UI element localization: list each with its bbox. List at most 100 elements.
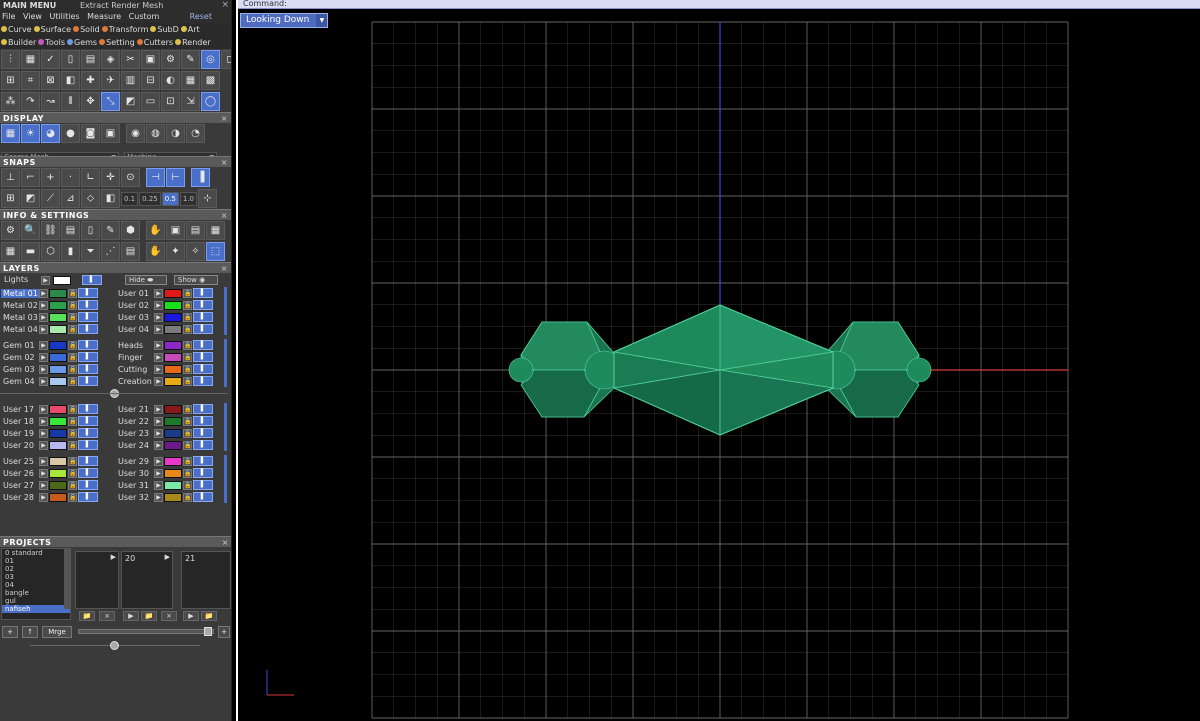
- layer-color-swatch[interactable]: [164, 364, 182, 374]
- play-icon[interactable]: ▶: [39, 456, 48, 466]
- lock-icon[interactable]: 🔒: [68, 288, 77, 298]
- layer-color-swatch[interactable]: [49, 492, 67, 502]
- projects-section-header[interactable]: PROJECTS ×: [0, 536, 231, 547]
- stack-icon[interactable]: ▤: [61, 221, 80, 240]
- scale-icon[interactable]: ⤡: [101, 92, 120, 111]
- play-icon[interactable]: ▶: [39, 404, 48, 414]
- layer-name[interactable]: User 32: [116, 493, 154, 502]
- project-slot-20[interactable]: 20 ▶: [121, 551, 173, 609]
- display-section-header[interactable]: DISPLAY ×: [0, 112, 231, 123]
- visibility-toggle[interactable]: ▌: [193, 456, 213, 466]
- play-icon[interactable]: ▶: [39, 416, 48, 426]
- snap-value-0.5[interactable]: 0.5: [161, 191, 179, 206]
- gear-icon[interactable]: ⚙: [1, 221, 20, 240]
- lock-icon[interactable]: 🔒: [68, 324, 77, 334]
- circle-icon[interactable]: ◯: [201, 92, 220, 111]
- layer-name[interactable]: Cutting: [116, 365, 154, 374]
- play-icon[interactable]: ▶: [39, 340, 48, 350]
- play-icon[interactable]: ▶: [154, 324, 163, 334]
- layer-color-swatch[interactable]: [49, 468, 67, 478]
- cube-icon[interactable]: ⬢: [121, 221, 140, 240]
- diagonal-icon[interactable]: ⟋: [41, 189, 60, 208]
- layer-name[interactable]: Heads: [116, 341, 154, 350]
- add-slot-button[interactable]: +: [218, 626, 230, 638]
- menu-custom[interactable]: Custom: [129, 12, 160, 21]
- list-icon[interactable]: ▤: [121, 242, 140, 261]
- layer-color-swatch[interactable]: [164, 288, 182, 298]
- lock-icon[interactable]: 🔒: [183, 324, 192, 334]
- layer-row[interactable]: User 02 ▶ 🔒 ▌: [116, 299, 228, 311]
- lock-icon[interactable]: 🔒: [68, 480, 77, 490]
- lock-icon[interactable]: 🔒: [183, 492, 192, 502]
- project-list-item[interactable]: nafiseh: [2, 605, 70, 613]
- layer-color-swatch[interactable]: [164, 352, 182, 362]
- play-icon[interactable]: ▶: [154, 428, 163, 438]
- lock-icon[interactable]: 🔒: [183, 456, 192, 466]
- spark-icon[interactable]: ✦: [166, 242, 185, 261]
- close-icon[interactable]: ×: [221, 0, 229, 11]
- play-icon[interactable]: ▶: [154, 352, 163, 362]
- layer-row[interactable]: User 21 ▶ 🔒 ▌: [116, 403, 228, 415]
- visibility-toggle[interactable]: ▌: [78, 456, 98, 466]
- layer-color-swatch[interactable]: [49, 352, 67, 362]
- play-icon[interactable]: ▶: [154, 492, 163, 502]
- visibility-toggle[interactable]: ▌: [193, 440, 213, 450]
- lights-color-swatch[interactable]: [53, 276, 71, 285]
- layer-name[interactable]: Creation: [116, 377, 154, 386]
- split-snap-icon[interactable]: ◧: [101, 189, 120, 208]
- ring-model[interactable]: [508, 304, 932, 436]
- lock-icon[interactable]: 🔒: [183, 440, 192, 450]
- point-snap-icon[interactable]: +: [41, 168, 60, 187]
- check-icon[interactable]: ✓: [41, 50, 60, 69]
- pen-icon[interactable]: ✎: [181, 50, 200, 69]
- up-arrow-button[interactable]: ↑: [22, 626, 38, 638]
- layer-name[interactable]: User 22: [116, 417, 154, 426]
- hide-button[interactable]: Hide ⬬: [125, 275, 167, 285]
- view-dropdown[interactable]: Looking Down ▼: [240, 13, 329, 28]
- play-icon[interactable]: ▶: [154, 376, 163, 386]
- table-icon[interactable]: ▦: [1, 242, 20, 261]
- tab-cutters[interactable]: Cutters: [136, 36, 173, 49]
- layer-color-swatch[interactable]: [164, 428, 182, 438]
- play-icon[interactable]: ▶: [39, 468, 48, 478]
- layer-row[interactable]: User 32 ▶ 🔒 ▌: [116, 491, 228, 503]
- play-icon[interactable]: ▶: [39, 440, 48, 450]
- grab-icon[interactable]: ✋: [146, 242, 165, 261]
- layer-row[interactable]: User 27 ▶ 🔒 ▌: [1, 479, 113, 491]
- visibility-toggle[interactable]: ▌: [78, 352, 98, 362]
- table-icon[interactable]: ▥: [121, 71, 140, 90]
- layer-name[interactable]: Metal 03: [1, 313, 39, 322]
- panel-icon[interactable]: ▤: [186, 221, 205, 240]
- play-icon[interactable]: ▶: [39, 364, 48, 374]
- lock-icon[interactable]: 🔒: [68, 404, 77, 414]
- layer-row[interactable]: User 01 ▶ 🔒 ▌: [116, 287, 228, 299]
- layer-color-swatch[interactable]: [164, 480, 182, 490]
- command-line[interactable]: Command:: [238, 0, 1200, 9]
- project-list-item[interactable]: 02: [5, 565, 70, 573]
- bar-icon[interactable]: ▬: [21, 242, 40, 261]
- layer-name[interactable]: User 31: [116, 481, 154, 490]
- play-icon[interactable]: ▶: [41, 276, 50, 285]
- circle-snap-icon[interactable]: ⊙: [121, 168, 140, 187]
- layer-name[interactable]: User 24: [116, 441, 154, 450]
- tab-gems[interactable]: Gems: [67, 36, 97, 49]
- visibility-toggle[interactable]: ▌: [78, 428, 98, 438]
- visibility-toggle[interactable]: ▌: [78, 312, 98, 322]
- layer-row[interactable]: User 30 ▶ 🔒 ▌: [116, 467, 228, 479]
- layer-color-swatch[interactable]: [49, 340, 67, 350]
- play-icon[interactable]: ▶: [154, 480, 163, 490]
- render-sphere-icon[interactable]: ●: [61, 124, 80, 143]
- viewport[interactable]: Command: Looking Down ▼: [236, 0, 1200, 721]
- move-cross-icon[interactable]: ✥: [81, 92, 100, 111]
- star-icon[interactable]: ✧: [186, 242, 205, 261]
- tab-art[interactable]: Art: [180, 23, 200, 36]
- end-snap-icon[interactable]: ∟: [81, 168, 100, 187]
- lock-icon[interactable]: 🔒: [68, 456, 77, 466]
- layer-row[interactable]: Metal 01 ▶ 🔒 ▌: [1, 287, 113, 299]
- perp-snap-icon[interactable]: ⊥: [1, 168, 20, 187]
- target-icon[interactable]: ◎: [201, 50, 220, 69]
- collapse-icon[interactable]: ×: [221, 113, 228, 124]
- sphere-icon[interactable]: ◉: [126, 124, 145, 143]
- layer-row[interactable]: User 20 ▶ 🔒 ▌: [1, 439, 113, 451]
- lock-icon[interactable]: 🔒: [68, 416, 77, 426]
